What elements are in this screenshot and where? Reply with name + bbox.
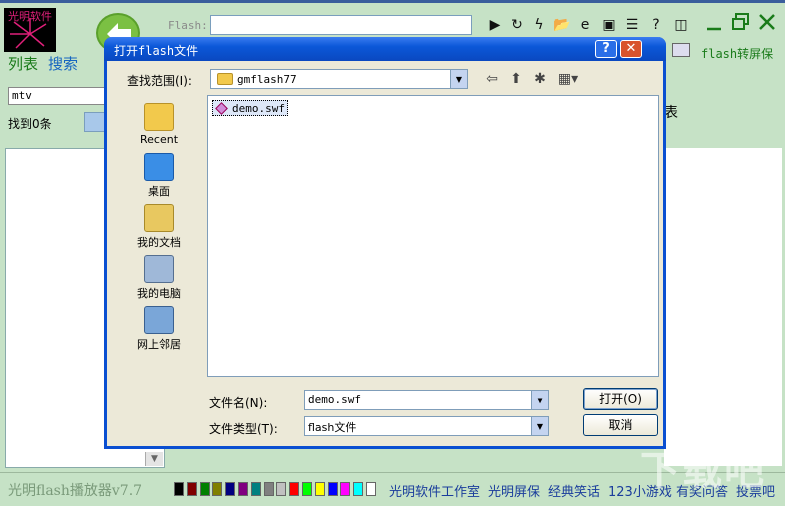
bottom-link[interactable]: 经典笑话 — [548, 481, 600, 500]
filename-label: 文件名(N): — [209, 396, 268, 410]
file-list[interactable]: demo.swf — [207, 95, 659, 377]
firework-icon — [10, 18, 47, 49]
view-menu-icon[interactable]: ▦▾ — [555, 70, 581, 88]
dialog-close-button[interactable]: ✕ — [620, 40, 642, 58]
tab-search[interactable]: 搜索 — [48, 53, 78, 74]
color-swatch[interactable] — [276, 482, 287, 496]
lookin-value: gmflash77 — [237, 73, 297, 86]
up-folder-icon[interactable]: ⬆ — [507, 70, 525, 88]
side-label: 表 — [664, 105, 678, 121]
file-name: demo.swf — [232, 101, 285, 115]
color-swatch[interactable] — [366, 482, 376, 496]
filetype-label: 文件类型(T): — [209, 422, 278, 436]
place-network[interactable]: 网上邻居 — [127, 306, 191, 352]
color-swatch[interactable] — [263, 482, 274, 496]
tab-list[interactable]: 列表 — [8, 53, 38, 74]
filename-value: demo.swf — [308, 393, 361, 406]
player-area — [664, 148, 782, 466]
save-icon[interactable]: ▣ — [600, 16, 618, 34]
place-my-documents[interactable]: 我的文档 — [127, 204, 191, 250]
color-swatch[interactable] — [174, 482, 184, 496]
search-input[interactable]: mtv — [8, 87, 108, 105]
dialog-title: 打开flash文件 — [114, 44, 199, 58]
file-item[interactable]: demo.swf — [212, 100, 288, 116]
place-desktop[interactable]: 桌面 — [127, 153, 191, 199]
color-swatch[interactable] — [186, 482, 197, 496]
refresh-icon[interactable]: ↻ — [508, 16, 526, 34]
place-label: 网上邻居 — [137, 338, 181, 351]
place-my-computer[interactable]: 我的电脑 — [127, 255, 191, 301]
place-label: 我的电脑 — [137, 287, 181, 300]
list-icon[interactable]: ☰ — [623, 16, 641, 34]
bottom-link[interactable]: 光明软件工作室 — [389, 481, 480, 500]
minimize-icon[interactable] — [706, 15, 722, 31]
color-swatch[interactable] — [340, 482, 351, 496]
chevron-down-icon[interactable]: ▼ — [450, 70, 467, 88]
computer-icon — [144, 255, 174, 283]
filetype-select[interactable]: flash文件 ▼ — [304, 416, 549, 436]
swf-file-icon — [215, 101, 228, 115]
places-bar: Recent 桌面 我的文档 我的电脑 网上邻居 — [127, 97, 191, 357]
flash-url-input[interactable] — [210, 15, 472, 35]
desktop-icon — [144, 153, 174, 181]
color-swatch[interactable] — [327, 482, 338, 496]
folder-icon — [217, 73, 233, 85]
color-swatch[interactable] — [238, 482, 248, 496]
lightning-icon[interactable]: ϟ — [530, 16, 548, 34]
maximize-icon[interactable] — [732, 13, 750, 31]
dialog-titlebar[interactable]: 打开flash文件 ? ✕ — [104, 37, 666, 61]
color-swatch[interactable] — [212, 482, 223, 496]
color-swatch[interactable] — [289, 482, 300, 496]
color-swatch[interactable] — [250, 482, 261, 496]
help-icon[interactable]: ? — [647, 16, 665, 34]
scroll-down-arrow-icon[interactable]: ▼ — [145, 452, 163, 466]
place-label: 我的文档 — [137, 236, 181, 249]
bottom-link[interactable]: 光明屏保 — [488, 481, 540, 500]
lookin-label: 查找范围(I): — [127, 74, 192, 88]
chevron-down-icon[interactable]: ▼ — [531, 391, 548, 409]
filename-input[interactable]: demo.swf ▼ — [304, 390, 549, 410]
lookin-select[interactable]: gmflash77 ▼ — [210, 69, 468, 89]
to-screensaver-button[interactable]: flash转屏保 — [701, 45, 773, 62]
open-folder-icon[interactable]: 📂 — [553, 16, 571, 34]
flash-label: Flash: — [168, 19, 208, 32]
network-icon — [144, 306, 174, 334]
dialog-help-button[interactable]: ? — [595, 40, 617, 58]
found-count-label: 找到0条 — [8, 117, 52, 131]
place-label: Recent — [139, 133, 179, 146]
screen-icon[interactable] — [672, 43, 690, 57]
color-swatch[interactable] — [225, 482, 236, 496]
play-icon[interactable]: ▶ — [486, 16, 504, 34]
close-icon[interactable] — [758, 13, 776, 31]
cancel-button[interactable]: 取消 — [583, 414, 658, 436]
app-title: 光明flash播放器v7.7 — [8, 483, 143, 499]
back-arrow-icon[interactable]: ⇦ — [483, 70, 501, 88]
chevron-down-icon[interactable]: ▼ — [531, 417, 548, 435]
app-logo: 光明软件 — [4, 8, 56, 52]
color-swatch[interactable] — [353, 482, 364, 496]
documents-folder-icon — [144, 204, 174, 232]
color-swatch[interactable] — [302, 482, 312, 496]
color-swatch[interactable] — [314, 482, 325, 496]
new-folder-icon[interactable]: ✱ — [531, 70, 549, 88]
open-file-dialog: 打开flash文件 ? ✕ 查找范围(I): gmflash77 ▼ ⇦ ⬆ ✱… — [104, 37, 666, 449]
recent-folder-icon — [144, 103, 174, 131]
window-icon[interactable]: ◫ — [672, 16, 690, 34]
open-button[interactable]: 打开(O) — [583, 388, 658, 410]
filetype-value: flash文件 — [308, 421, 357, 434]
browser-icon[interactable]: e — [576, 16, 594, 34]
color-swatch[interactable] — [199, 482, 210, 496]
place-label: 桌面 — [148, 185, 170, 198]
place-recent[interactable]: Recent — [127, 103, 191, 146]
